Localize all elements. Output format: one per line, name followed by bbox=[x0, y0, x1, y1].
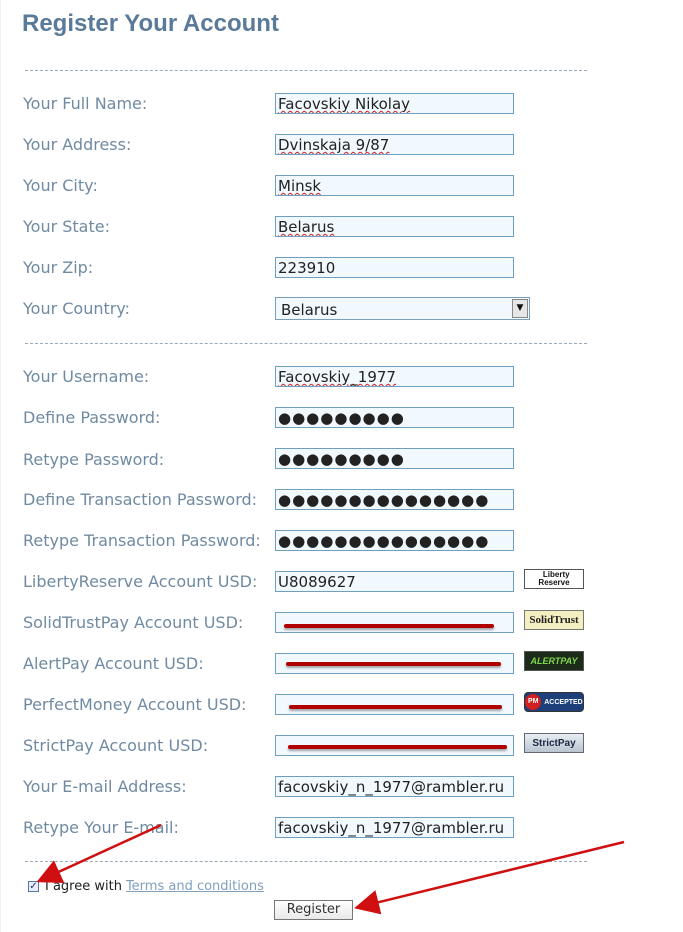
divider bbox=[25, 861, 587, 862]
username-value: Facovskiy_1977 bbox=[278, 368, 396, 386]
perfectmoney-logo: PM ACCEPTED bbox=[524, 692, 584, 712]
redaction-line bbox=[286, 662, 501, 666]
address-input[interactable]: Dvinskaja 9/87 bbox=[275, 134, 514, 155]
address-value: Dvinskaja 9/87 bbox=[278, 136, 390, 154]
agree-checkbox[interactable]: ✓ bbox=[28, 881, 39, 892]
libertyreserve-value: U8089627 bbox=[278, 573, 356, 591]
retype-transaction-password-value: ●●●●●●●●●●●●●●● bbox=[278, 532, 490, 550]
perfectmoney-label: PerfectMoney Account USD: bbox=[23, 695, 247, 714]
password-input[interactable]: ●●●●●●●●● bbox=[275, 407, 514, 428]
registration-page: Register Your Account Your Full Name: Fa… bbox=[0, 0, 683, 932]
liberty-reserve-logo: Liberty Reserve bbox=[524, 569, 584, 589]
liberty-logo-line2: Reserve bbox=[538, 578, 570, 587]
transaction-password-input[interactable]: ●●●●●●●●●●●●●●● bbox=[275, 489, 514, 510]
password-value: ●●●●●●●●● bbox=[278, 409, 405, 427]
libertyreserve-label: LibertyReserve Account USD: bbox=[23, 572, 258, 591]
arrow-to-register bbox=[354, 840, 625, 915]
retype-transaction-password-input[interactable]: ●●●●●●●●●●●●●●● bbox=[275, 530, 514, 551]
page-title: Register Your Account bbox=[22, 10, 279, 37]
alertpay-label: AlertPay Account USD: bbox=[23, 654, 204, 673]
state-label: Your State: bbox=[23, 217, 110, 236]
city-input[interactable]: Minsk bbox=[275, 175, 514, 196]
redaction-line bbox=[284, 624, 494, 628]
transaction-password-label: Define Transaction Password: bbox=[23, 490, 258, 509]
state-value: Belarus bbox=[278, 218, 335, 236]
retype-password-label: Retype Password: bbox=[23, 450, 165, 469]
country-value: Belarus bbox=[281, 301, 338, 319]
chevron-down-icon[interactable]: ▼ bbox=[512, 299, 528, 318]
address-label: Your Address: bbox=[23, 135, 132, 154]
alertpay-logo: ALERTPAY bbox=[524, 651, 584, 671]
full-name-input[interactable]: Facovskiy Nikolay bbox=[275, 93, 514, 114]
retype-email-label: Retype Your E-mail: bbox=[23, 818, 179, 837]
password-label: Define Password: bbox=[23, 408, 161, 427]
email-label: Your E-mail Address: bbox=[23, 777, 187, 796]
zip-label: Your Zip: bbox=[23, 258, 94, 277]
retype-email-input[interactable]: facovskiy_n_1977@rambler.ru bbox=[275, 817, 514, 838]
retype-password-value: ●●●●●●●●● bbox=[278, 450, 405, 468]
strictpay-logo: StrictPay bbox=[524, 733, 584, 753]
agree-text: I agree with bbox=[45, 879, 122, 894]
city-label: Your City: bbox=[23, 176, 98, 195]
pm-logo-icon: PM bbox=[525, 694, 542, 710]
full-name-value: Facovskiy Nikolay bbox=[278, 95, 411, 113]
city-value: Minsk bbox=[278, 177, 322, 195]
retype-email-value: facovskiy_n_1977@rambler.ru bbox=[278, 819, 505, 837]
solidtrust-logo: SolidTrust bbox=[524, 610, 584, 630]
full-name-label: Your Full Name: bbox=[23, 94, 148, 113]
divider bbox=[25, 343, 587, 344]
divider bbox=[25, 70, 587, 71]
solidtrustpay-input[interactable] bbox=[275, 612, 514, 633]
retype-password-input[interactable]: ●●●●●●●●● bbox=[275, 448, 514, 469]
register-button[interactable]: Register bbox=[274, 900, 353, 920]
pm-accepted-text: ACCEPTED bbox=[544, 698, 583, 706]
zip-input[interactable]: 223910 bbox=[275, 257, 514, 278]
libertyreserve-input[interactable]: U8089627 bbox=[275, 571, 514, 592]
agree-row: ✓ I agree with Terms and conditions bbox=[28, 879, 264, 894]
country-select[interactable]: Belarus ▼ bbox=[275, 297, 530, 320]
redaction-line bbox=[289, 705, 502, 709]
zip-value: 223910 bbox=[278, 259, 336, 277]
state-input[interactable]: Belarus bbox=[275, 216, 514, 237]
solidtrustpay-label: SolidTrustPay Account USD: bbox=[23, 613, 244, 632]
strictpay-label: StrictPay Account USD: bbox=[23, 736, 209, 755]
retype-transaction-password-label: Retype Transaction Password: bbox=[23, 531, 261, 550]
username-input[interactable]: Facovskiy_1977 bbox=[275, 366, 514, 387]
email-value: facovskiy_n_1977@rambler.ru bbox=[278, 778, 505, 796]
username-label: Your Username: bbox=[23, 367, 150, 386]
transaction-password-value: ●●●●●●●●●●●●●●● bbox=[278, 491, 490, 509]
redaction-line bbox=[288, 745, 507, 749]
email-input[interactable]: facovskiy_n_1977@rambler.ru bbox=[275, 776, 514, 797]
country-label: Your Country: bbox=[23, 299, 131, 318]
terms-link[interactable]: Terms and conditions bbox=[126, 879, 264, 894]
